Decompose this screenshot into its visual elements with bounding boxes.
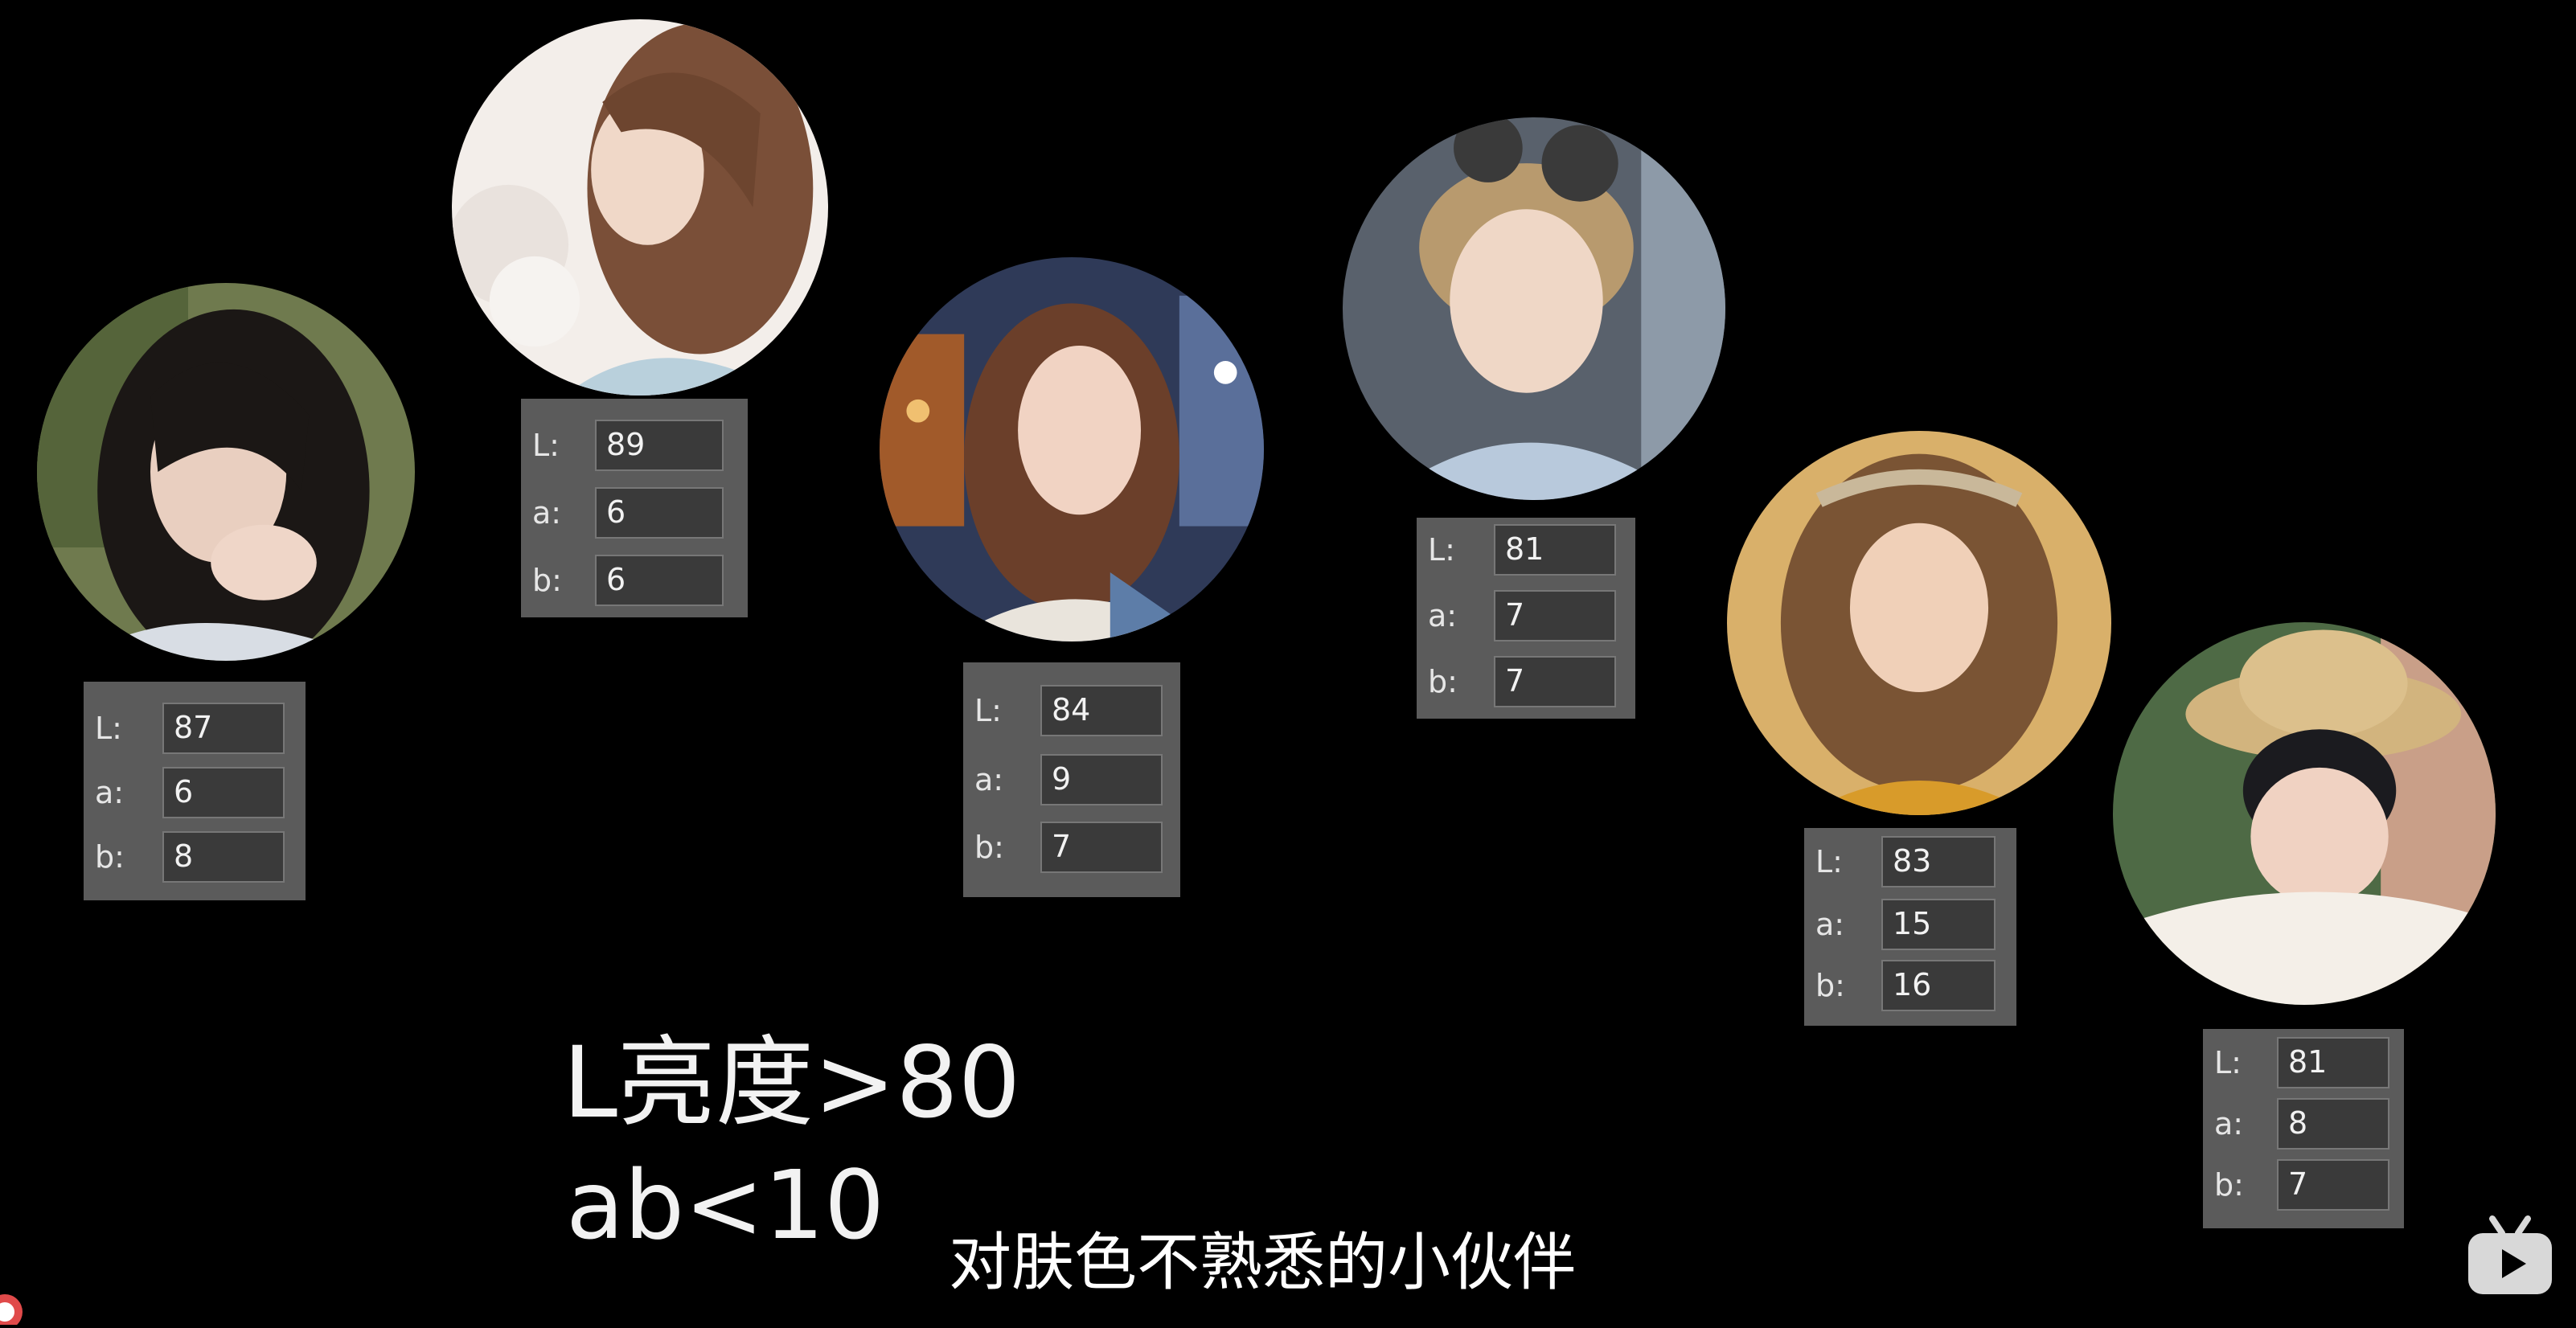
portrait-boy-goggles xyxy=(1343,117,1725,500)
lab-row-b: b: 7 xyxy=(963,822,1180,873)
lab-panel-4: L: 81 a: 7 b: 7 xyxy=(1417,518,1635,719)
lab-row-b: b: 16 xyxy=(1804,960,2016,1011)
lab-label-a: a: xyxy=(95,775,125,810)
corner-logo-icon xyxy=(0,1293,37,1328)
lab-label-b: b: xyxy=(1428,664,1458,699)
lab-label-l: L: xyxy=(974,693,1002,728)
lab-input-l[interactable]: 81 xyxy=(2277,1037,2389,1088)
lab-row-l: L: 81 xyxy=(1417,524,1635,576)
lab-input-b[interactable]: 16 xyxy=(1881,960,1996,1011)
lab-label-a: a: xyxy=(2214,1106,2244,1142)
lab-row-l: L: 89 xyxy=(521,420,748,471)
lab-label-b: b: xyxy=(974,830,1004,865)
lab-row-b: b: 7 xyxy=(2203,1159,2404,1211)
lab-label-l: L: xyxy=(95,711,122,746)
portrait-woman-blossoms xyxy=(452,19,828,396)
lab-input-a[interactable]: 9 xyxy=(1040,754,1163,805)
lab-row-a: a: 7 xyxy=(1417,590,1635,641)
lab-input-l[interactable]: 84 xyxy=(1040,685,1163,736)
lab-row-b: b: 8 xyxy=(84,831,306,883)
video-subtitle: 对肤色不熟悉的小伙伴 xyxy=(949,1227,1577,1299)
lab-input-a[interactable]: 7 xyxy=(1494,590,1616,641)
lab-input-l[interactable]: 81 xyxy=(1494,524,1616,576)
lab-row-l: L: 83 xyxy=(1804,836,2016,887)
lab-panel-6: L: 81 a: 8 b: 7 xyxy=(2203,1029,2404,1228)
rule-lightness: L亮度>80 xyxy=(563,1026,1021,1140)
lab-label-a: a: xyxy=(1428,598,1458,633)
lab-row-l: L: 87 xyxy=(84,703,306,754)
lab-row-b: b: 7 xyxy=(1417,656,1635,707)
lab-label-a: a: xyxy=(1815,907,1845,942)
lab-label-b: b: xyxy=(1815,968,1845,1003)
lab-label-a: a: xyxy=(974,762,1004,797)
lab-panel-2: L: 89 a: 6 b: 6 xyxy=(521,399,748,617)
lab-row-a: a: 8 xyxy=(2203,1098,2404,1150)
lab-input-b[interactable]: 7 xyxy=(2277,1159,2389,1211)
lab-row-a: a: 6 xyxy=(84,767,306,818)
bilibili-tv-icon[interactable] xyxy=(2465,1214,2555,1297)
lab-row-a: a: 6 xyxy=(521,487,748,539)
rule-ab: ab<10 xyxy=(566,1150,885,1260)
lab-input-b[interactable]: 7 xyxy=(1494,656,1616,707)
portrait-woman-city xyxy=(880,257,1264,641)
lab-panel-1: L: 87 a: 6 b: 8 xyxy=(84,682,306,900)
lab-row-a: a: 9 xyxy=(963,754,1180,805)
lab-input-l[interactable]: 83 xyxy=(1881,836,1996,887)
lab-panel-3: L: 84 a: 9 b: 7 xyxy=(963,662,1180,897)
lab-row-a: a: 15 xyxy=(1804,899,2016,950)
lab-input-l[interactable]: 87 xyxy=(162,703,285,754)
lab-input-a[interactable]: 8 xyxy=(2277,1098,2389,1150)
lab-label-b: b: xyxy=(532,563,562,598)
lab-row-l: L: 81 xyxy=(2203,1037,2404,1088)
lab-label-l: L: xyxy=(1815,844,1843,879)
lab-input-b[interactable]: 7 xyxy=(1040,822,1163,873)
lab-label-l: L: xyxy=(532,428,560,463)
lab-label-b: b: xyxy=(2214,1167,2244,1203)
lab-input-a[interactable]: 15 xyxy=(1881,899,1996,950)
portrait-girl-curly xyxy=(1727,431,2111,815)
lab-input-b[interactable]: 6 xyxy=(595,555,724,606)
lab-label-l: L: xyxy=(1428,532,1455,568)
portrait-woman-dark-hair xyxy=(37,283,415,661)
lab-label-l: L: xyxy=(2214,1045,2242,1080)
lab-input-a[interactable]: 6 xyxy=(595,487,724,539)
lab-row-l: L: 84 xyxy=(963,685,1180,736)
lab-input-b[interactable]: 8 xyxy=(162,831,285,883)
lab-row-b: b: 6 xyxy=(521,555,748,606)
lab-input-l[interactable]: 89 xyxy=(595,420,724,471)
lab-label-b: b: xyxy=(95,839,125,875)
lab-input-a[interactable]: 6 xyxy=(162,767,285,818)
lab-label-a: a: xyxy=(532,495,562,531)
lab-panel-5: L: 83 a: 15 b: 16 xyxy=(1804,828,2016,1026)
portrait-boy-straw-hat xyxy=(2113,622,2496,1005)
